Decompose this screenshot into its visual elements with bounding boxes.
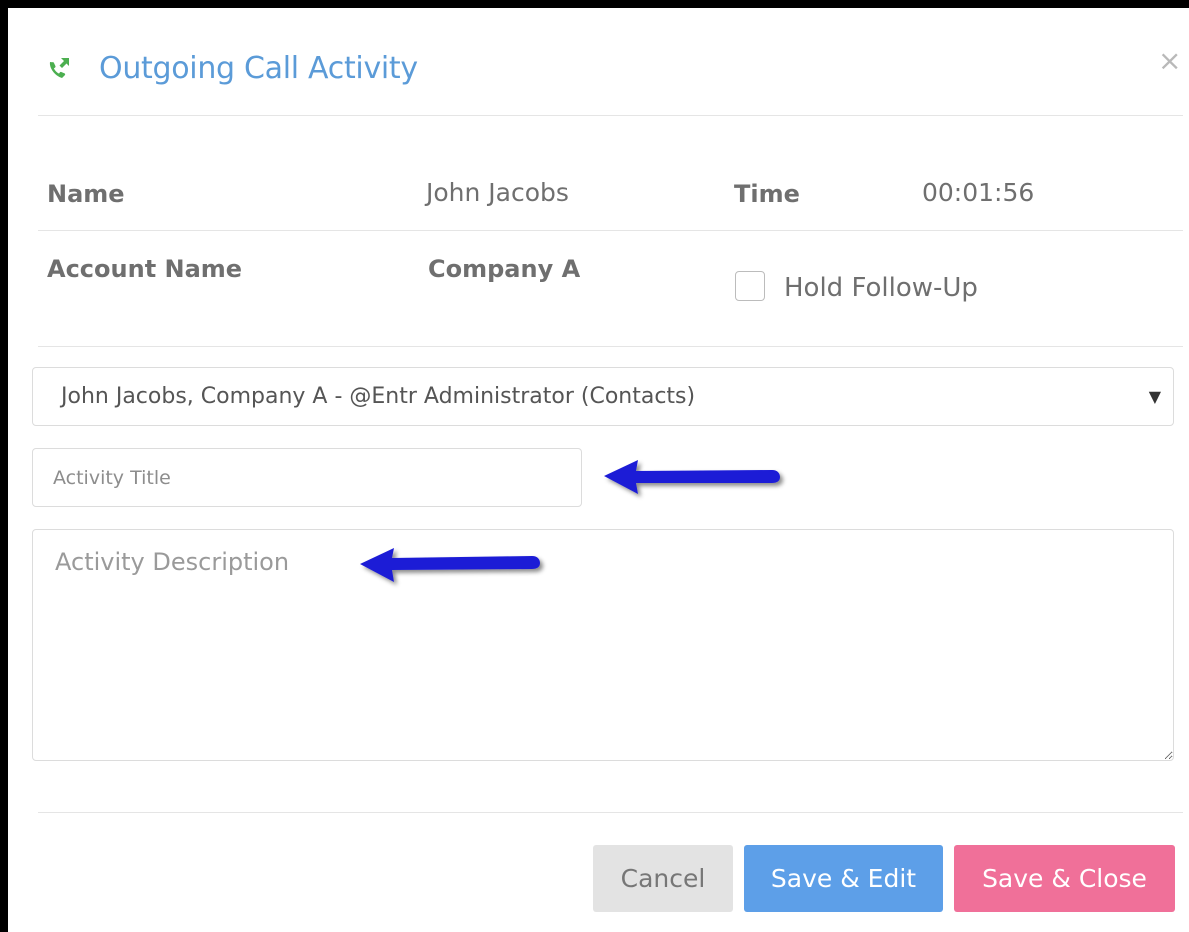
save-and-edit-button[interactable]: Save & Edit [744, 845, 943, 912]
header-divider [38, 115, 1183, 116]
footer-divider [38, 812, 1183, 813]
account-name-value: Company A [428, 255, 581, 283]
call-activity-modal: Outgoing Call Activity × Name John Jacob… [0, 0, 1189, 932]
account-name-label: Account Name [47, 255, 243, 283]
details-divider [38, 346, 1183, 347]
chevron-down-icon: ▼ [1148, 387, 1161, 406]
close-icon[interactable]: × [1158, 46, 1181, 76]
contact-select[interactable]: John Jacobs, Company A - @Entr Administr… [32, 367, 1174, 426]
modal-title: Outgoing Call Activity [99, 51, 418, 86]
activity-title-input[interactable] [32, 448, 582, 507]
activity-description-textarea[interactable] [32, 529, 1174, 761]
contact-select-value: John Jacobs, Company A - @Entr Administr… [61, 384, 696, 409]
hold-followup-checkbox[interactable] [735, 271, 765, 301]
details-row-divider [38, 230, 1183, 231]
left-arrow-icon [360, 548, 540, 582]
cancel-button[interactable]: Cancel [593, 845, 733, 912]
left-arrow-icon [604, 460, 780, 494]
phone-outgoing-icon [49, 58, 69, 78]
name-value: John Jacobs [426, 178, 569, 207]
time-value: 00:01:56 [922, 178, 1035, 207]
name-label: Name [47, 180, 125, 208]
time-label: Time [734, 180, 800, 208]
hold-followup-label[interactable]: Hold Follow-Up [784, 272, 978, 304]
save-and-close-button[interactable]: Save & Close [954, 845, 1175, 912]
